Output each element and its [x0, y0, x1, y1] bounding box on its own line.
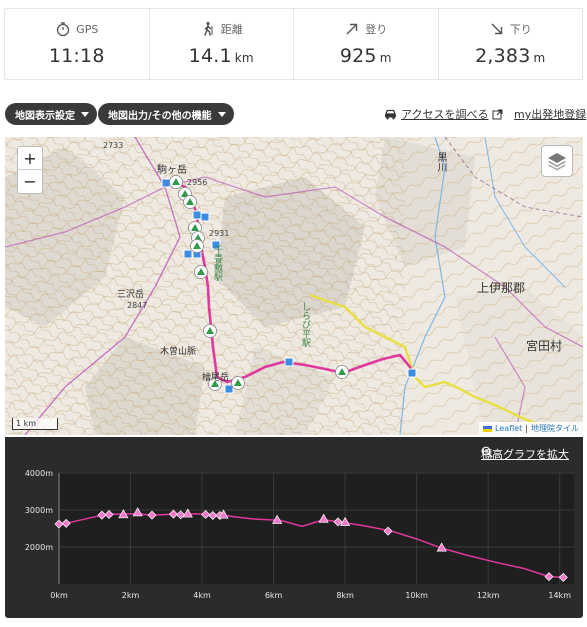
ukraine-flag-icon	[483, 425, 493, 432]
stat-gps-label: GPS	[76, 22, 99, 36]
my-trailhead-link[interactable]: my出発地登録	[514, 106, 586, 122]
hiker-icon	[204, 21, 213, 36]
map-attribution: Leaflet | 地理院タイル	[479, 422, 583, 435]
stopwatch-icon	[57, 22, 70, 37]
x-tick-label: 14km	[548, 591, 571, 600]
y-tick-label: 4000m	[25, 469, 53, 478]
stat-ascent-value: 925	[339, 45, 377, 67]
map-label-elev-2733: 2733	[103, 141, 124, 150]
access-link-label: アクセスを調べる	[401, 108, 489, 121]
map-label-kurokawa: 黒川	[435, 152, 446, 172]
stat-gps: GPS 11:18	[5, 9, 150, 79]
x-tick-label: 12km	[477, 591, 500, 600]
map-label-kamiina-gun: 上伊那郡	[477, 281, 526, 295]
map-display-settings-dropdown[interactable]: 地図表示設定	[5, 103, 97, 125]
map-label-mitsuzake: 三沢岳	[117, 290, 145, 300]
external-link-icon	[492, 109, 503, 119]
car-icon	[385, 109, 396, 119]
stat-descent-value: 2,383	[475, 45, 531, 67]
y-tick-label: 3000m	[25, 506, 53, 515]
attribution-separator: |	[525, 424, 528, 433]
stat-distance: 距離 14.1 km	[150, 9, 294, 79]
stat-ascent-unit: m	[379, 51, 392, 65]
layers-button[interactable]	[541, 145, 573, 177]
route-detail-page: GPS 11:18 距離 14.1km 登り 925m 下り 2,383m	[0, 0, 587, 627]
stat-distance-value: 14.1	[188, 45, 232, 67]
map-label-shirabidaira-station: しらび平駅	[300, 302, 310, 347]
x-tick-label: 0km	[50, 591, 68, 600]
map-label-hinokiodake: 檜尾岳	[202, 373, 230, 383]
map-output-dropdown[interactable]: 地図出力/その他の機能	[98, 103, 234, 125]
map-label-senjojiki-station: 千畳敷駅	[212, 245, 222, 281]
elevation-panel: 標高グラフを拡大 2000m 3000m 4000m 0km 2km 4km 6km 8km 1…	[5, 437, 583, 618]
map-label-komagatake: 駒ヶ岳	[157, 165, 187, 176]
zoom-out-button[interactable]: −	[18, 170, 42, 193]
route-map[interactable]: 駒ヶ岳 2733 2956 2931 三沢岳 2847 木曽山脈 檜尾岳 千畳敷…	[5, 137, 583, 435]
stat-ascent-label: 登り	[365, 23, 388, 36]
zoom-in-button[interactable]: +	[18, 147, 42, 170]
stat-ascent: 登り 925 m	[294, 9, 439, 79]
arrow-up-right-icon	[346, 23, 358, 35]
stat-descent-label: 下り	[509, 23, 532, 36]
caret-down-icon	[81, 111, 89, 117]
y-tick-label: 2000m	[25, 543, 53, 552]
stat-descent: 下り 2,383 m	[439, 9, 583, 79]
access-link[interactable]: アクセスを調べる	[384, 106, 503, 122]
map-label-elev-2847: 2847	[127, 301, 148, 310]
map-label-miyada-mura: 宮田村	[526, 339, 563, 353]
elevation-chart: 2000m 3000m 4000m 0km 2km 4km 6km 8km 10km 12km 14…	[25, 469, 574, 600]
x-tick-label: 6km	[265, 591, 283, 600]
plot-area	[59, 473, 574, 584]
map-label-kisosanmyaku: 木曽山脈	[160, 347, 197, 357]
stats-bar: GPS 11:18 距離 14.1 km 登り 925 m 下り 2,383 m	[4, 8, 583, 80]
stat-gps-value: 11:18	[48, 45, 105, 67]
map-label-elev-2956: 2956	[187, 178, 208, 187]
x-tick-label: 4km	[193, 591, 211, 600]
stat-distance-unit: km	[234, 51, 254, 65]
my-trailhead-label: my出発地登録	[514, 108, 587, 121]
map-label-elev-2931: 2931	[209, 229, 230, 238]
x-tick-label: 8km	[336, 591, 354, 600]
leaflet-link[interactable]: Leaflet	[495, 424, 522, 433]
x-tick-label: 10km	[405, 591, 428, 600]
stat-descent-unit: m	[533, 51, 546, 65]
layers-icon	[548, 153, 566, 171]
x-tick-label: 2km	[122, 591, 140, 600]
map-display-settings-label: 地図表示設定	[15, 110, 75, 122]
map-scale: 1 km	[12, 418, 58, 430]
zoom-control: + −	[17, 146, 43, 194]
gsi-tiles-link[interactable]: 地理院タイル	[531, 423, 579, 434]
arrow-down-right-icon	[491, 23, 502, 35]
stat-distance-label: 距離	[220, 23, 243, 36]
map-output-label: 地図出力/その他の機能	[108, 110, 212, 122]
caret-down-icon	[217, 111, 226, 117]
